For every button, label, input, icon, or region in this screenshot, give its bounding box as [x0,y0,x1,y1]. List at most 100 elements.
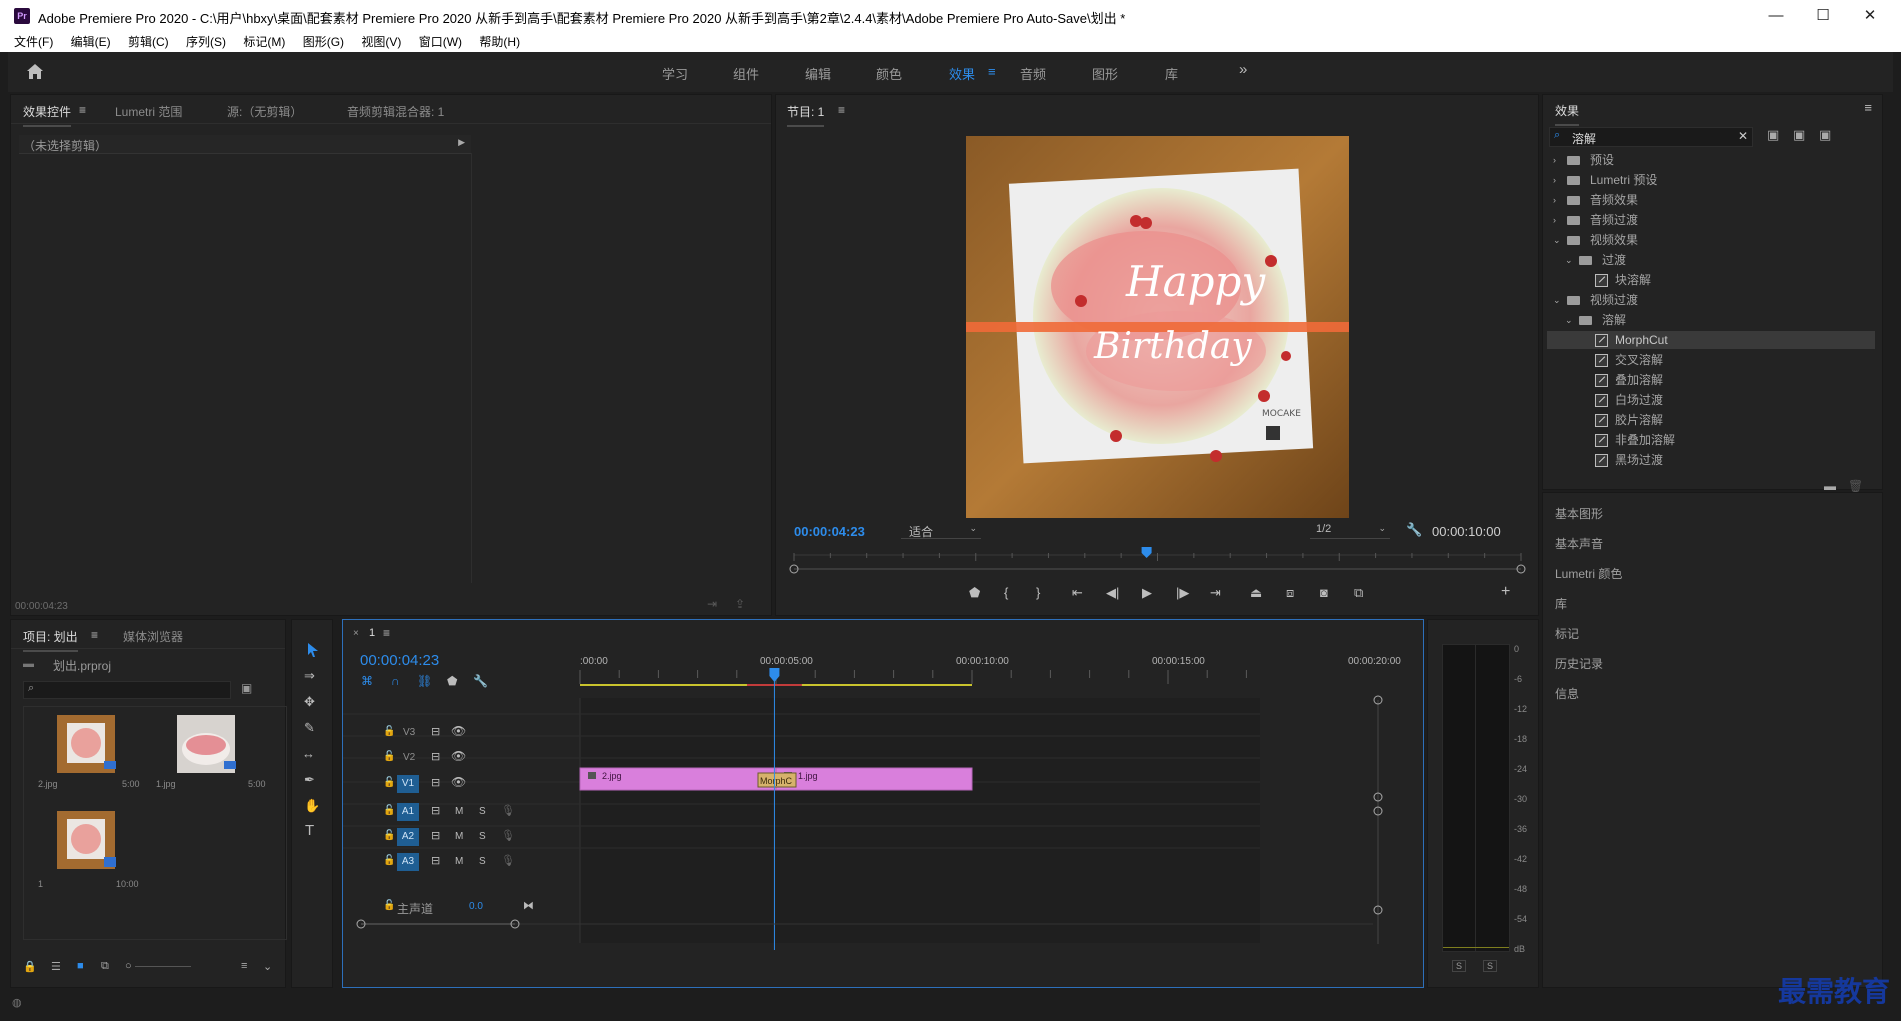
side-panel-tab[interactable]: 基本声音 [1555,535,1603,552]
effects-tree-effect[interactable]: MorphCut [1547,331,1875,349]
menu-clip[interactable]: 剪辑(C) [128,32,169,52]
chevron-down-icon[interactable]: ⌄ [1553,291,1561,309]
solo-button[interactable]: S [479,806,486,817]
go-to-out-icon[interactable]: ⇥ [1210,585,1221,601]
more-workspaces-icon[interactable]: » [1239,61,1247,78]
minimize-button[interactable]: — [1756,4,1796,28]
lock-icon[interactable]: 🔓 [383,855,395,866]
clip-selector[interactable]: （未选择剪辑） ▶ [19,135,471,154]
side-panel-tab[interactable]: 标记 [1555,625,1579,642]
track-select-tool-icon[interactable]: ⇒ [304,668,315,684]
workspace-menu-icon[interactable]: ≡ [988,64,996,79]
workspace-tab-graphics[interactable]: 图形 [1092,64,1118,83]
icon-view-icon[interactable]: ■ [77,960,84,972]
menu-file[interactable]: 文件(F) [14,32,53,52]
lock-icon[interactable]: 🔓 [383,751,395,762]
export-frame-icon[interactable]: ⇥ [707,597,717,611]
effects-tree-effect[interactable]: 胶片溶解 [1547,411,1875,429]
workspace-tab-audio[interactable]: 音频 [1020,64,1046,83]
32bit-effects-icon[interactable]: ▣ [1793,127,1805,143]
sync-lock-icon[interactable]: ⊟ [431,854,440,867]
list-view-icon[interactable]: ☰ [51,960,61,973]
effects-tree-effect[interactable]: 块溶解 [1547,271,1875,289]
program-menu-icon[interactable]: ≡ [838,103,845,117]
razor-tool-icon[interactable]: ✎ [304,720,315,736]
solo-button[interactable]: S [479,831,486,842]
effects-tree-folder[interactable]: ⌄ 过渡 [1547,251,1875,269]
effects-tree-effect[interactable]: 叠加溶解 [1547,371,1875,389]
effects-tree-folder[interactable]: › 音频效果 [1547,191,1875,209]
yuv-effects-icon[interactable]: ▣ [1819,127,1831,143]
solo-button[interactable]: S [479,856,486,867]
timeline-tracks[interactable]: :00:00 00:00:05:00 00:00:10:00 00:00:15:00 0… [343,654,1423,989]
share-icon[interactable]: ⇪ [735,597,745,611]
close-sequence-icon[interactable]: × [353,628,359,639]
slip-tool-icon[interactable]: ↔ [302,746,315,761]
effects-tree-folder[interactable]: ⌄ 视频效果 [1547,231,1875,249]
effects-menu-icon[interactable]: ≡ [1864,100,1872,115]
sort-icon[interactable]: ≡ [241,960,247,972]
menu-view[interactable]: 视图(V) [361,32,401,52]
effects-tree-effect[interactable]: 交叉溶解 [1547,351,1875,369]
track-target[interactable]: V1 [397,775,419,793]
solo-right-button[interactable]: S [1483,960,1498,972]
ripple-edit-tool-icon[interactable]: ✥ [304,694,315,710]
effects-tree-folder[interactable]: ⌄ 溶解 [1547,311,1875,329]
project-item[interactable]: 1.jpg 5:00 [154,709,266,797]
chevron-down-icon[interactable]: ⌄ [1565,311,1573,329]
camera-icon[interactable]: ◙ [1320,585,1328,600]
play-icon[interactable]: ▶ [1142,585,1152,601]
master-ease-icon[interactable]: ⧓ [523,899,534,912]
wrench-icon[interactable]: 🔧 [1406,522,1422,538]
mute-button[interactable]: M [455,831,463,842]
expand-arrow-icon[interactable]: ▶ [458,137,465,148]
sync-lock-icon[interactable]: ⊟ [431,829,440,842]
maximize-button[interactable]: ☐ [1803,4,1843,28]
workspace-tab-learn[interactable]: 学习 [662,64,688,83]
chevron-right-icon[interactable]: › [1553,151,1556,169]
effects-tree-folder[interactable]: › Lumetri 预设 [1547,171,1875,189]
timeline-playhead[interactable] [769,668,780,682]
lock-icon[interactable]: 🔓 [383,805,395,816]
chevron-right-icon[interactable]: › [1553,171,1556,189]
comparison-view-icon[interactable]: ⧉ [1354,585,1363,601]
chevron-down-icon[interactable]: ⌄ [1565,251,1573,269]
fit-dropdown[interactable]: 适合 ⌄ [901,522,981,539]
eye-icon[interactable]: 👁 [451,775,466,789]
microphone-icon[interactable]: 🎙 [501,804,515,817]
mute-button[interactable]: M [455,806,463,817]
master-volume[interactable]: 0.0 [469,901,483,912]
effects-tree-effect[interactable]: 黑场过渡 [1547,451,1875,469]
lift-icon[interactable]: ⏏ [1250,585,1262,601]
track-target[interactable]: A2 [397,828,419,846]
chevron-right-icon[interactable]: › [1553,211,1556,229]
effects-tree-folder[interactable]: › 预设 [1547,151,1875,169]
add-marker-icon[interactable]: ⬟ [969,585,980,601]
effects-search-input[interactable]: 溶解 [1572,130,1596,147]
project-menu-icon[interactable]: ≡ [91,628,98,642]
chevron-down-icon[interactable]: ⌄ [1553,231,1561,249]
tab-audio-clip-mixer[interactable]: 音频剪辑混合器: 1 [347,103,444,120]
mark-out-icon[interactable]: } [1036,585,1040,600]
lock-icon[interactable]: 🔒 [23,960,37,973]
step-forward-icon[interactable]: |▶ [1176,585,1189,601]
microphone-icon[interactable]: 🎙 [501,829,515,842]
sync-lock-icon[interactable]: ⊟ [431,725,440,738]
zoom-slider-handle[interactable]: ○ [125,960,132,972]
lock-icon[interactable]: 🔓 [383,726,395,737]
new-bin-icon[interactable]: ▬ [1824,479,1836,493]
side-panel-tab[interactable]: Lumetri 颜色 [1555,565,1622,582]
side-panel-tab[interactable]: 基本图形 [1555,505,1603,522]
accelerated-effects-icon[interactable]: ▣ [1767,127,1779,143]
workspace-tab-assembly[interactable]: 组件 [733,64,759,83]
mute-button[interactable]: M [455,856,463,867]
sync-lock-icon[interactable]: ⊟ [431,776,440,789]
selection-tool-icon[interactable] [305,642,321,658]
tab-project[interactable]: 项目: 划出 [23,628,78,652]
tab-program[interactable]: 节目: 1 [787,103,825,127]
extract-icon[interactable]: ⧈ [1286,585,1294,601]
project-item[interactable]: 1 10:00 [36,811,139,899]
effects-tree-folder[interactable]: › 音频过渡 [1547,211,1875,229]
solo-left-button[interactable]: S [1452,960,1467,972]
program-playhead[interactable] [1141,547,1152,558]
